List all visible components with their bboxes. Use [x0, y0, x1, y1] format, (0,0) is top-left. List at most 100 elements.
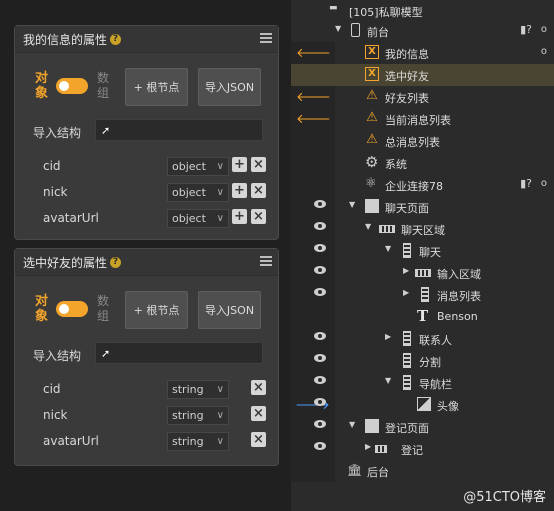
eye-icon[interactable]: [314, 376, 326, 384]
chevron-down-icon[interactable]: ▼: [365, 222, 371, 231]
tree-item-chat-area[interactable]: ▼ 聊天区域: [291, 218, 554, 240]
prop-type-value: string: [172, 383, 204, 396]
vbar-icon: [403, 375, 411, 390]
eye-icon[interactable]: [314, 398, 326, 406]
object-label: 对象: [35, 71, 49, 101]
tree-item-friend-list[interactable]: 🡐 ⚠ 好友列表: [291, 86, 554, 108]
tree-item-divider[interactable]: 分割: [291, 350, 554, 372]
tree-item-current-messages[interactable]: 🡐 ⚠ 当前消息列表: [291, 108, 554, 130]
text-icon: T: [417, 307, 429, 325]
tree-item-label: 好友列表: [385, 92, 429, 105]
add-child-button[interactable]: +: [232, 183, 247, 198]
prop-type-select[interactable]: object ∨: [167, 183, 229, 202]
gutter: [291, 460, 335, 482]
chevron-down-icon: ∨: [216, 213, 224, 224]
my-info-properties-panel: 我的信息的属性 ? 对象 数组 + 根节点 导入JSON 导入结构 ➚ cid …: [14, 25, 279, 240]
selected-friend-properties-panel: 选中好友的属性 ? 对象 数组 + 根节点 导入JSON 导入结构 ➚ cid …: [14, 248, 279, 466]
eye-icon[interactable]: [314, 442, 326, 450]
help-icon[interactable]: ?: [110, 256, 122, 268]
chevron-down-icon[interactable]: ▼: [385, 376, 391, 385]
link-arrow-icon: 🡐: [296, 90, 331, 105]
tree-item-system[interactable]: ⚙ 系统: [291, 152, 554, 174]
delete-button[interactable]: ×: [251, 406, 266, 421]
tree-item-message-list[interactable]: ▶ 消息列表: [291, 284, 554, 306]
eye-icon[interactable]: [314, 222, 326, 230]
chevron-down-icon[interactable]: ▼: [335, 24, 341, 33]
tree-item-label: 导航栏: [419, 378, 452, 391]
tree-item-avatar[interactable]: 🡒 头像: [291, 394, 554, 416]
prop-type-select[interactable]: object ∨: [167, 157, 229, 176]
menu-icon[interactable]: [260, 33, 272, 43]
tree-item-all-messages[interactable]: ⚠ 总消息列表: [291, 130, 554, 152]
tree-item-benson[interactable]: T Benson: [291, 306, 554, 328]
prop-type-select[interactable]: string ∨: [167, 432, 229, 451]
visibility-dot-icon[interactable]: o: [541, 178, 547, 189]
chevron-down-icon[interactable]: ▼: [349, 200, 355, 209]
prop-type-select[interactable]: string ∨: [167, 406, 229, 425]
eye-icon[interactable]: [314, 332, 326, 340]
add-child-button[interactable]: +: [232, 209, 247, 224]
eye-icon[interactable]: [314, 244, 326, 252]
tree-item-label: 当前消息列表: [385, 114, 451, 127]
tree-item-navbar[interactable]: ▼ 导航栏: [291, 372, 554, 394]
object-array-toggle[interactable]: [56, 301, 88, 317]
chevron-right-icon[interactable]: ▶: [403, 266, 409, 275]
gutter: [291, 218, 335, 240]
menu-icon[interactable]: [260, 256, 272, 266]
lock-icon[interactable]: ▮?: [520, 23, 532, 36]
add-root-node-button[interactable]: + 根节点: [125, 291, 188, 329]
add-root-node-button[interactable]: + 根节点: [125, 68, 188, 106]
gutter: [291, 306, 335, 328]
delete-button[interactable]: ×: [251, 209, 266, 224]
import-structure-field[interactable]: ➚: [95, 119, 263, 141]
help-icon[interactable]: ?: [110, 33, 122, 45]
delete-button[interactable]: ×: [251, 380, 266, 395]
tree-item-selected-friend[interactable]: X 选中好友: [291, 64, 554, 86]
array-label: 数组: [97, 294, 110, 323]
delete-button[interactable]: ×: [251, 432, 266, 447]
chevron-down-icon[interactable]: ▼: [349, 420, 355, 429]
eye-icon[interactable]: [314, 288, 326, 296]
tree-item-front[interactable]: ▼ 前台 ▮? o: [291, 20, 554, 42]
tree-item-my-info[interactable]: 🡐 X 我的信息 o: [291, 42, 554, 64]
tree-item-label: 后台: [367, 466, 389, 479]
tree-item-contacts[interactable]: ▶ 联系人: [291, 328, 554, 350]
object-array-toggle[interactable]: [56, 78, 88, 94]
delete-button[interactable]: ×: [251, 157, 266, 172]
delete-button[interactable]: ×: [251, 183, 266, 198]
import-json-button[interactable]: 导入JSON: [198, 68, 261, 106]
add-child-button[interactable]: +: [232, 157, 247, 172]
tree-root[interactable]: ▬ [105]私聊模型: [291, 0, 554, 22]
prop-type-value: string: [172, 435, 204, 448]
import-structure-field[interactable]: ➚: [95, 342, 263, 364]
eye-icon[interactable]: [314, 420, 326, 428]
import-json-button[interactable]: 导入JSON: [198, 291, 261, 329]
chevron-down-icon[interactable]: ▼: [385, 244, 391, 253]
chevron-right-icon[interactable]: ▶: [385, 332, 391, 341]
tree-item-register-page[interactable]: ▼ 登记页面: [291, 416, 554, 438]
eye-icon[interactable]: [314, 266, 326, 274]
tree-item-input-area[interactable]: ▶ 输入区域: [291, 262, 554, 284]
gutter: [291, 350, 335, 372]
prop-type-select[interactable]: object ∨: [167, 209, 229, 228]
eye-icon[interactable]: [314, 354, 326, 362]
warning-icon: ⚠: [366, 132, 378, 147]
tree-item-chat-page[interactable]: ▼ 聊天页面: [291, 196, 554, 218]
watermark: @51CTO博客: [463, 490, 546, 505]
component-tree: ▬ [105]私聊模型 ▼ 前台 ▮? o 🡐 X 我的信息 o X 选中好友 …: [291, 0, 554, 511]
eye-icon[interactable]: [314, 200, 326, 208]
panel-title: 我的信息的属性: [23, 32, 108, 47]
tree-item-register[interactable]: ▶ 登记: [291, 438, 554, 460]
visibility-dot-icon[interactable]: o: [541, 46, 547, 57]
hbar-icon: [375, 445, 387, 453]
array-label: 数组: [97, 71, 110, 100]
tree-item-enterprise[interactable]: ⚛ 企业连接78 ▮? o: [291, 174, 554, 196]
chevron-right-icon[interactable]: ▶: [365, 442, 371, 451]
lock-icon[interactable]: ▮?: [520, 177, 532, 190]
chevron-right-icon[interactable]: ▶: [403, 288, 409, 297]
tree-item-chat[interactable]: ▼ 聊天: [291, 240, 554, 262]
model-icon: ▬: [329, 3, 338, 13]
visibility-dot-icon[interactable]: o: [541, 24, 547, 35]
prop-type-select[interactable]: string ∨: [167, 380, 229, 399]
tree-item-backend[interactable]: 🏛 后台: [291, 460, 554, 482]
